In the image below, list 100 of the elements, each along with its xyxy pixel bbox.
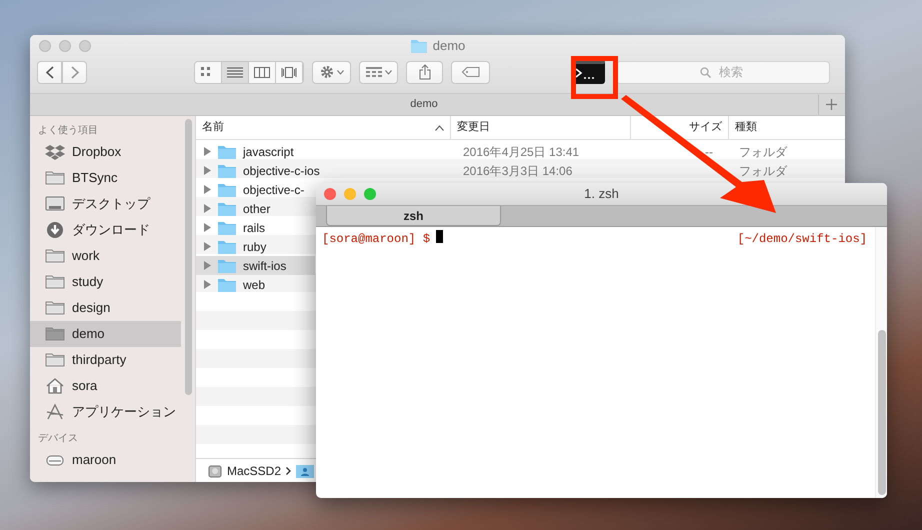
sidebar-item[interactable]: Dropbox xyxy=(30,139,181,165)
compass-icon xyxy=(45,403,65,421)
disclosure-triangle-icon[interactable] xyxy=(204,185,211,194)
download-icon xyxy=(45,221,65,239)
column-header[interactable]: 変更日 xyxy=(451,116,631,139)
search-field[interactable]: 検索 xyxy=(616,60,830,84)
close-button[interactable] xyxy=(324,188,336,200)
share-button[interactable] xyxy=(406,60,443,84)
file-row[interactable]: swift-ios xyxy=(196,256,315,275)
sidebar-heading: デバイス xyxy=(37,432,79,446)
share-icon xyxy=(418,64,430,80)
folder-icon xyxy=(45,299,65,317)
file-name: other xyxy=(243,200,270,218)
disclosure-triangle-icon[interactable] xyxy=(204,223,211,232)
file-name: javascript xyxy=(243,144,294,160)
file-name: objective-c- xyxy=(243,182,304,198)
size-cell-text: -- xyxy=(704,144,714,160)
disclosure-triangle-icon[interactable] xyxy=(204,147,211,156)
file-row[interactable]: objective-c-ios 2016年3月3日 14:06 フォルダ xyxy=(196,161,845,180)
caret-down-icon xyxy=(336,70,344,74)
tag-icon xyxy=(462,67,480,77)
window-title: demo xyxy=(432,37,466,56)
folder-icon xyxy=(45,247,65,265)
sidebar-item[interactable]: design xyxy=(30,295,181,321)
text-cursor xyxy=(436,230,444,243)
list-view-button[interactable] xyxy=(222,62,249,82)
user-folder-icon xyxy=(296,464,314,478)
sidebar-item[interactable]: sora xyxy=(30,373,181,399)
folder-icon xyxy=(217,257,237,274)
cover-flow-button[interactable] xyxy=(276,62,303,82)
folder-icon xyxy=(217,143,237,160)
action-button[interactable] xyxy=(312,60,351,84)
file-name: ruby xyxy=(243,238,266,256)
file-name: swift-ios xyxy=(243,258,286,274)
file-row[interactable]: web xyxy=(196,275,315,294)
tag-button[interactable] xyxy=(451,60,490,84)
sidebar-item[interactable]: ダウンロード xyxy=(30,217,181,243)
caret-down-icon xyxy=(384,70,392,74)
sidebar-item[interactable]: アプリケーション xyxy=(30,399,181,425)
chevron-left-icon xyxy=(46,66,54,78)
shell-prompt: [sora@maroon] $ xyxy=(322,231,430,248)
file-row[interactable]: objective-c- xyxy=(196,180,315,199)
folder-icon xyxy=(45,351,65,369)
cover-flow-icon xyxy=(281,66,297,78)
folder-icon xyxy=(217,238,237,255)
column-view-button[interactable] xyxy=(249,62,276,82)
disclosure-triangle-icon[interactable] xyxy=(204,204,211,213)
zoom-button[interactable] xyxy=(364,188,376,200)
disclosure-triangle-icon[interactable] xyxy=(204,242,211,251)
disclosure-triangle-icon[interactable] xyxy=(204,166,211,175)
chevron-right-icon xyxy=(286,466,292,474)
disclosure-triangle-icon[interactable] xyxy=(204,261,211,270)
file-name: web xyxy=(243,276,266,294)
arrange-button[interactable] xyxy=(359,60,398,84)
column-header[interactable]: 名前 xyxy=(196,116,451,139)
folder-icon xyxy=(217,162,237,179)
folder-icon xyxy=(45,169,65,187)
file-row[interactable]: ruby xyxy=(196,237,315,256)
sidebar-item[interactable]: study xyxy=(30,269,181,295)
dropbox-icon xyxy=(45,143,65,161)
file-row[interactable]: rails xyxy=(196,218,315,237)
folder-icon xyxy=(45,325,65,343)
sidebar-item[interactable]: maroon xyxy=(30,447,181,473)
kind-cell-text: フォルダ xyxy=(738,162,787,180)
date-cell-text: 2016年4月25日 13:41 xyxy=(462,144,580,160)
file-name: rails xyxy=(243,220,266,236)
gear-icon xyxy=(320,65,334,79)
plus-icon xyxy=(826,99,837,110)
sidebar-item[interactable]: デスクトップ xyxy=(30,191,181,217)
sidebar-item[interactable]: thirdparty xyxy=(30,347,181,373)
search-icon xyxy=(700,66,711,78)
grid-icon xyxy=(366,66,382,78)
column-header[interactable]: 種類 xyxy=(729,116,845,139)
sidebar-item[interactable]: BTSync xyxy=(30,165,181,191)
terminal-tab[interactable]: zsh xyxy=(326,206,501,226)
icon-view-button[interactable] xyxy=(195,62,222,82)
scrollbar-thumb[interactable] xyxy=(185,119,192,395)
house-icon xyxy=(45,377,65,395)
file-row[interactable]: other xyxy=(196,199,315,218)
folder-icon xyxy=(410,38,428,54)
folder-icon xyxy=(45,273,65,291)
window-title: 1. zsh xyxy=(584,185,619,204)
file-row[interactable]: javascript 2016年4月25日 13:41 -- フォルダ xyxy=(196,142,845,161)
disclosure-triangle-icon[interactable] xyxy=(204,280,211,289)
back-button[interactable] xyxy=(37,60,62,84)
folder-icon xyxy=(217,181,237,198)
file-name: objective-c-ios xyxy=(243,162,320,180)
highlight-frame xyxy=(571,56,618,99)
desktop-icon xyxy=(45,195,65,213)
sidebar-item[interactable]: demo xyxy=(30,321,181,347)
folder-icon xyxy=(217,276,237,293)
column-view-icon xyxy=(254,66,270,78)
date-cell-text: 2016年3月3日 14:06 xyxy=(462,162,574,180)
list-view-icon xyxy=(227,66,243,78)
view-mode-control[interactable] xyxy=(194,60,304,84)
path-item[interactable]: MacSSD2 xyxy=(227,462,282,480)
folder-icon xyxy=(217,219,237,236)
kind-cell-text: フォルダ xyxy=(738,144,787,160)
scrollbar-thumb[interactable] xyxy=(878,330,886,495)
sidebar-item[interactable]: work xyxy=(30,243,181,269)
